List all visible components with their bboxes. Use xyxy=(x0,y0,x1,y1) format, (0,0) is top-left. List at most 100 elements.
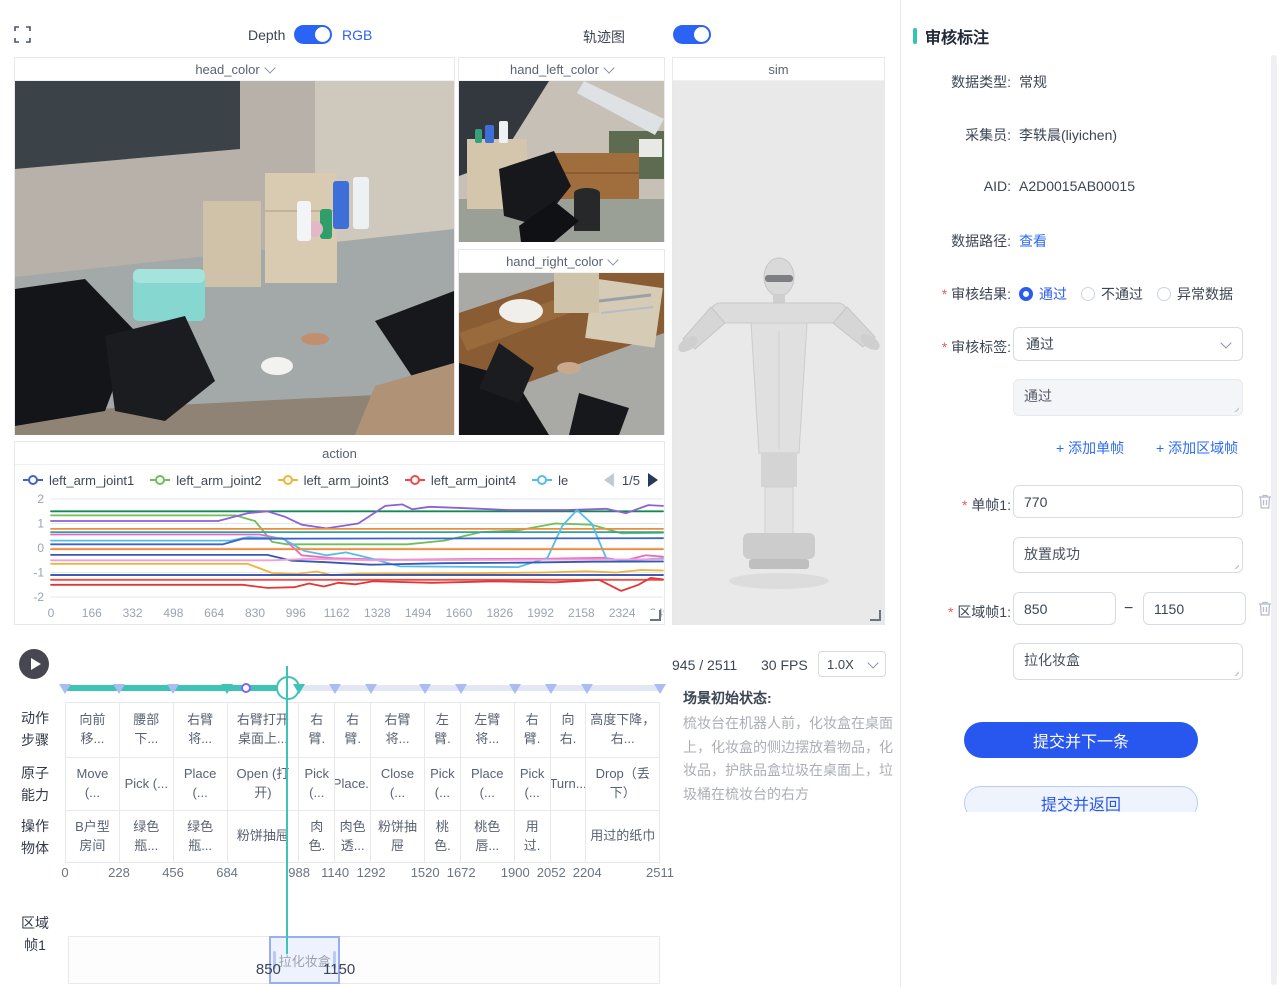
camera-head-header[interactable]: head_color xyxy=(15,58,454,81)
chart-x-tick: 1660 xyxy=(439,606,479,620)
step-cell[interactable]: 桃色唇... xyxy=(461,811,515,862)
comment-box[interactable]: 通过 xyxy=(1013,379,1243,416)
legend-item[interactable]: le xyxy=(532,473,568,488)
single-frame-input[interactable] xyxy=(1013,485,1243,518)
radio-option[interactable]: 不通过 xyxy=(1081,284,1143,304)
step-cell[interactable]: 向右. xyxy=(551,703,587,757)
region-frame-start-input[interactable] xyxy=(1013,592,1116,625)
playhead-cursor[interactable] xyxy=(286,666,288,954)
submit-next-button[interactable]: 提交并下一条 xyxy=(964,722,1198,758)
resize-handle-icon[interactable] xyxy=(870,610,881,621)
fullscreen-button[interactable] xyxy=(14,26,31,43)
region-frame-note[interactable]: 拉化妆盒 xyxy=(1013,643,1243,680)
resize-handle-icon[interactable] xyxy=(650,610,661,621)
legend-label: left_arm_joint3 xyxy=(304,473,389,488)
step-cell-text: Close (... xyxy=(374,765,421,803)
radio-option-label: 不通过 xyxy=(1101,284,1143,304)
frame-marker[interactable] xyxy=(113,684,125,694)
add-region-frame-link[interactable]: + 添加区域帧 xyxy=(1156,438,1238,458)
region-frame-end-input[interactable] xyxy=(1143,592,1246,625)
region-track-bar[interactable]: 拉化妆盒 xyxy=(68,936,660,984)
step-cell[interactable]: Pick (... xyxy=(515,758,551,810)
page-scrollbar[interactable] xyxy=(1271,55,1277,985)
legend-next-page-button[interactable] xyxy=(648,473,658,487)
frame-marker[interactable] xyxy=(221,684,233,694)
step-cell[interactable] xyxy=(551,811,587,862)
steps-axis: 0228456684988114012921520167219002052220… xyxy=(65,865,680,881)
step-cell[interactable]: 左臂将... xyxy=(461,703,515,757)
chevron-down-icon xyxy=(264,62,275,73)
add-single-frame-link[interactable]: + 添加单帧 xyxy=(1056,438,1124,458)
depth-rgb-switch[interactable] xyxy=(294,25,332,44)
step-cell[interactable]: 右臂. xyxy=(515,703,551,757)
data-path-view-link[interactable]: 查看 xyxy=(1019,231,1047,251)
step-cell[interactable]: 右臂将... xyxy=(174,703,228,757)
step-cell[interactable]: 用过的纸巾 xyxy=(586,811,659,862)
legend-item[interactable]: left_arm_joint1 xyxy=(23,473,134,488)
speed-select[interactable]: 1.0X xyxy=(818,651,886,677)
step-cell[interactable]: Place (... xyxy=(174,758,228,810)
step-cell[interactable]: Close (... xyxy=(371,758,425,810)
step-cell[interactable]: Pick (... xyxy=(299,758,335,810)
sim-header[interactable]: sim xyxy=(673,58,884,81)
frame-marker[interactable] xyxy=(581,684,593,694)
step-cell[interactable]: Place (... xyxy=(461,758,515,810)
step-cell[interactable]: 绿色瓶... xyxy=(174,811,228,862)
legend-prev-page-button[interactable] xyxy=(604,473,614,487)
camera-hand-right-header[interactable]: hand_right_color xyxy=(459,250,664,273)
step-cell[interactable]: Drop（丢下） xyxy=(586,758,659,810)
step-cell[interactable]: 向前移... xyxy=(66,703,120,757)
step-cell[interactable]: Pick (... xyxy=(120,758,174,810)
step-cell[interactable]: 肉色. xyxy=(299,811,335,862)
step-cell[interactable]: Move (... xyxy=(66,758,120,810)
chart-x-tick: 0 xyxy=(31,606,71,620)
step-cell[interactable]: 用过. xyxy=(515,811,551,862)
step-cell[interactable]: 右臂. xyxy=(335,703,371,757)
step-cell[interactable]: Turn... xyxy=(551,758,587,810)
frame-marker[interactable] xyxy=(329,684,341,694)
step-cell[interactable]: 粉饼抽屉 xyxy=(228,811,300,862)
submit-return-button[interactable]: 提交并返回 xyxy=(964,786,1198,812)
chart-series xyxy=(51,564,663,575)
radio-option[interactable]: 异常数据 xyxy=(1157,284,1233,304)
step-cell[interactable]: 肉色透... xyxy=(335,811,371,862)
step-cell[interactable]: 右臂. xyxy=(299,703,335,757)
legend-item[interactable]: left_arm_joint4 xyxy=(405,473,516,488)
single-frame-note[interactable]: 放置成功 xyxy=(1013,537,1243,573)
data-path-label: 数据路径: xyxy=(901,231,1011,251)
step-cell[interactable]: Place.. xyxy=(335,758,371,810)
steps-axis-tick: 1900 xyxy=(495,865,535,880)
tag-select[interactable]: 通过 xyxy=(1013,327,1243,361)
step-cell[interactable]: 腰部下... xyxy=(120,703,174,757)
step-cell[interactable]: 右臂将... xyxy=(371,703,425,757)
frame-marker[interactable] xyxy=(545,684,557,694)
chart-x-tick: 498 xyxy=(153,606,193,620)
frame-marker[interactable] xyxy=(654,684,666,694)
collector-label: 采集员: xyxy=(901,125,1011,145)
step-cell[interactable]: Open (打开) xyxy=(228,758,300,810)
step-cell[interactable]: 右臂打开桌面上... xyxy=(228,703,300,757)
frame-marker[interactable] xyxy=(419,684,431,694)
step-cell[interactable]: 绿色瓶... xyxy=(120,811,174,862)
frame-marker[interactable] xyxy=(167,684,179,694)
tag-label: 审核标签: xyxy=(901,337,1011,357)
step-cell[interactable]: 桃色. xyxy=(425,811,461,862)
legend-item[interactable]: left_arm_joint2 xyxy=(150,473,261,488)
camera-hand-right-panel: hand_right_color xyxy=(458,249,665,435)
step-cell[interactable]: 左臂. xyxy=(425,703,461,757)
step-cell[interactable]: Pick (... xyxy=(425,758,461,810)
trajectory-switch[interactable] xyxy=(673,25,711,44)
legend-item[interactable]: left_arm_joint3 xyxy=(278,473,389,488)
play-button[interactable] xyxy=(19,649,49,679)
frame-marker[interactable] xyxy=(455,684,467,694)
step-cell[interactable]: 高度下降，右... xyxy=(586,703,659,757)
frame-marker[interactable] xyxy=(293,684,305,694)
frame-marker[interactable] xyxy=(365,684,377,694)
frame-marker[interactable] xyxy=(509,684,521,694)
step-cell-text: Pick (... xyxy=(302,765,331,803)
step-cell[interactable]: B户型房间 xyxy=(66,811,120,862)
radio-option[interactable]: 通过 xyxy=(1019,284,1067,304)
camera-hand-left-header[interactable]: hand_left_color xyxy=(459,58,664,81)
frame-marker[interactable] xyxy=(59,684,71,694)
step-cell[interactable]: 粉饼抽屉 xyxy=(371,811,425,862)
